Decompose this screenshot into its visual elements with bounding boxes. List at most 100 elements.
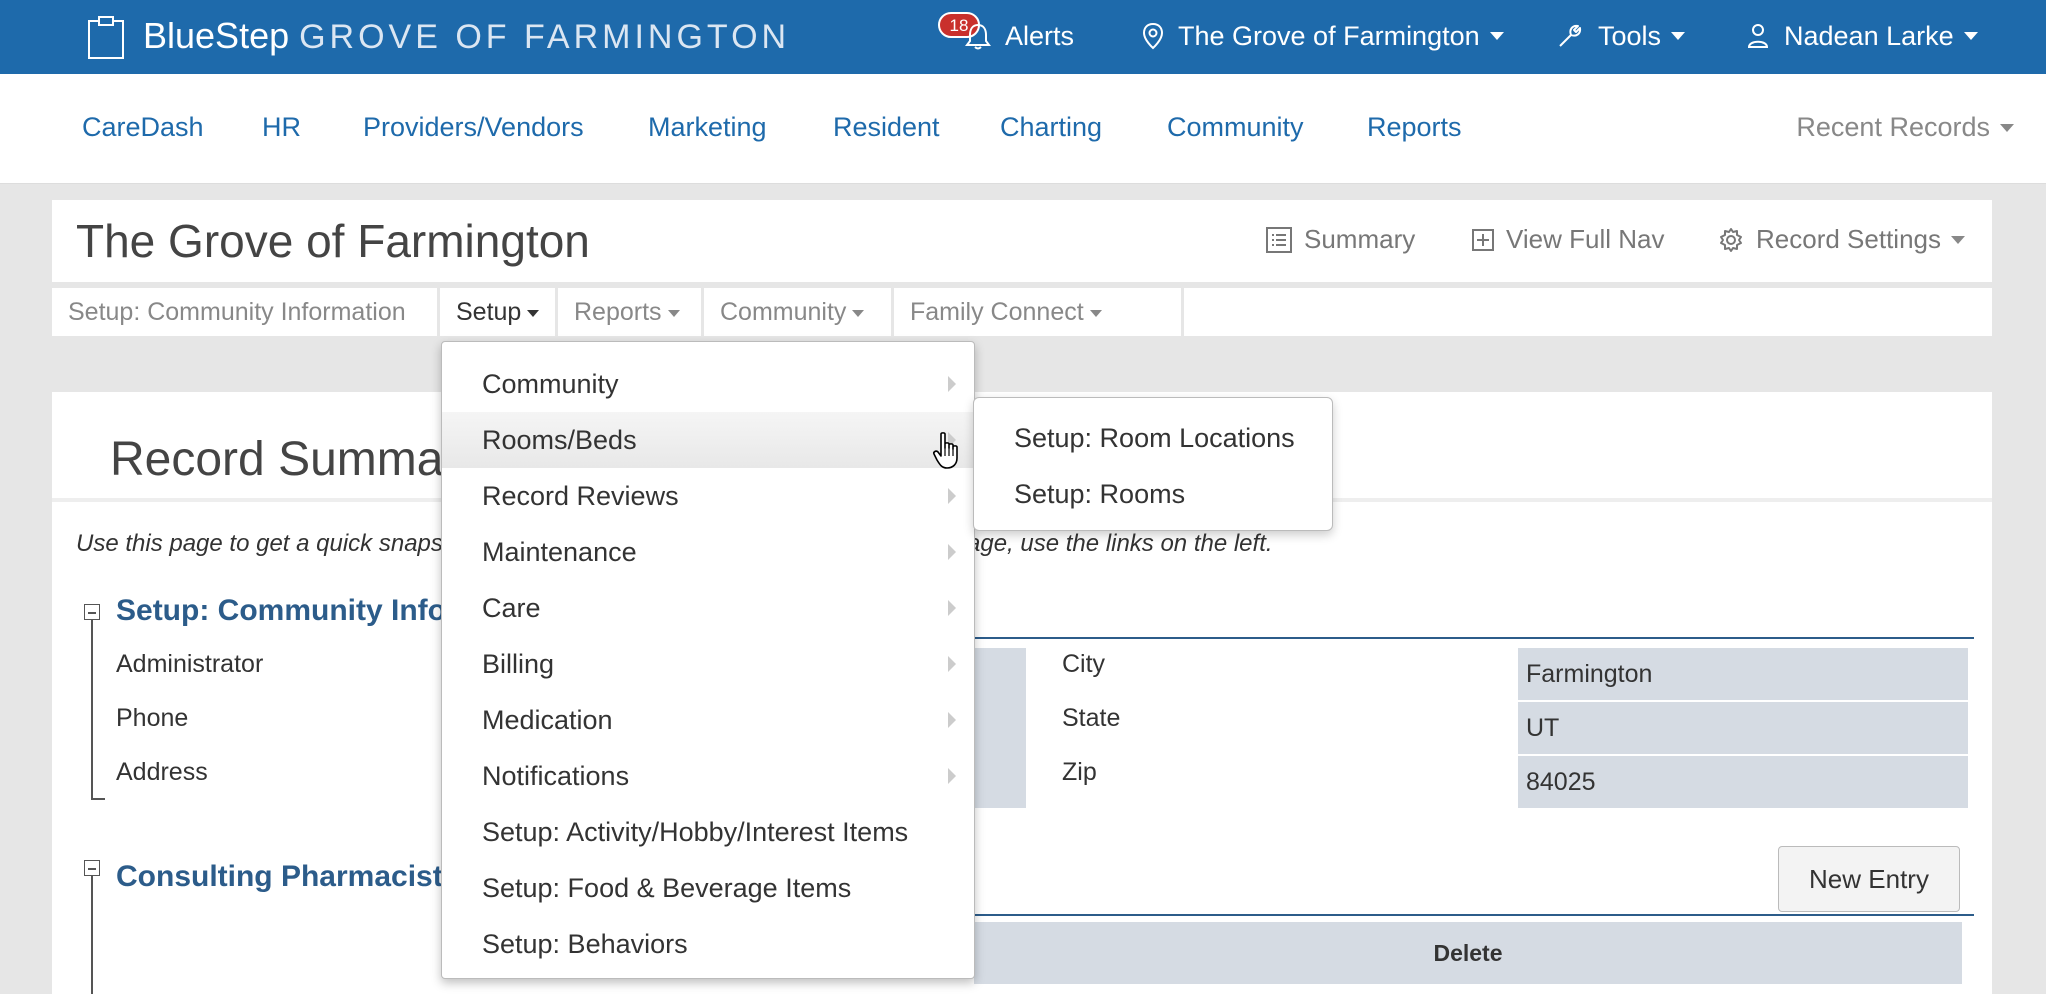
field-label-city: City — [1062, 650, 1106, 678]
brand-sub: GROVE OF FARMINGTON — [299, 18, 791, 56]
menu-item-rooms-beds[interactable]: Rooms/Beds — [442, 412, 974, 468]
alerts-menu[interactable]: Alerts — [965, 14, 1074, 58]
section-title-consulting-pharmacist[interactable]: Consulting Pharmacist — [116, 860, 443, 894]
menu-item-activity-hobby-interest[interactable]: Setup: Activity/Hobby/Interest Items — [442, 804, 974, 860]
nav-resident[interactable]: Resident — [833, 112, 940, 143]
chevron-down-icon — [1089, 309, 1102, 317]
nav-hr[interactable]: HR — [262, 112, 301, 143]
section-underline — [974, 637, 1974, 639]
brand-logo[interactable]: BlueStep GROVE OF FARMINGTON — [143, 14, 790, 59]
record-settings-menu[interactable]: Record Settings — [1718, 224, 1965, 255]
collapse-toggle-icon[interactable] — [84, 860, 100, 876]
nav-community[interactable]: Community — [1167, 112, 1304, 143]
tab-community[interactable]: Community — [704, 288, 894, 336]
submenu-item-rooms[interactable]: Setup: Rooms — [974, 466, 1332, 522]
location-label: The Grove of Farmington — [1178, 21, 1480, 51]
tab-family-connect[interactable]: Family Connect — [894, 288, 1184, 336]
chevron-down-icon — [1671, 32, 1686, 40]
intro-text-end: age, use the links on the left. — [967, 530, 1273, 557]
menu-item-label: Care — [482, 593, 541, 623]
field-label-administrator: Administrator — [116, 650, 264, 678]
chevron-right-icon — [948, 376, 956, 392]
menu-item-label: Billing — [482, 649, 555, 679]
menu-item-maintenance[interactable]: Maintenance — [442, 524, 974, 580]
hand-pointer-cursor-icon — [933, 432, 958, 469]
summary-link[interactable]: Summary — [1266, 224, 1415, 255]
section-title-community-info[interactable]: Setup: Community Info — [116, 594, 446, 628]
menu-item-label: Record Reviews — [482, 481, 679, 511]
submenu-item-room-locations[interactable]: Setup: Room Locations — [974, 410, 1332, 466]
menu-item-label: Setup: Behaviors — [482, 929, 688, 959]
chevron-right-icon — [948, 488, 956, 504]
collapse-toggle-icon[interactable] — [84, 604, 100, 620]
record-settings-label: Record Settings — [1756, 224, 1941, 254]
tab-label: Community — [720, 298, 847, 326]
menu-item-community[interactable]: Community — [442, 356, 974, 412]
bell-icon — [965, 23, 991, 50]
tools-label: Tools — [1598, 21, 1662, 51]
clipboard-icon — [88, 16, 124, 59]
tree-line — [91, 620, 93, 800]
nav-caredash[interactable]: CareDash — [82, 112, 204, 143]
menu-item-label: Setup: Activity/Hobby/Interest Items — [482, 817, 909, 847]
view-full-nav-link[interactable]: View Full Nav — [1472, 224, 1664, 255]
menu-item-record-reviews[interactable]: Record Reviews — [442, 468, 974, 524]
field-label-address: Address — [116, 758, 208, 786]
tab-setup-community-information[interactable]: Setup: Community Information — [52, 288, 440, 336]
chevron-right-icon — [948, 712, 956, 728]
menu-item-label: Medication — [482, 705, 613, 735]
menu-item-medication[interactable]: Medication — [442, 692, 974, 748]
user-menu[interactable]: Nadean Larke — [1746, 14, 1978, 58]
menu-item-behaviors[interactable]: Setup: Behaviors — [442, 916, 974, 972]
menu-item-notifications[interactable]: Notifications — [442, 748, 974, 804]
main-nav: CareDash HR Providers/Vendors Marketing … — [0, 74, 2046, 184]
tools-menu[interactable]: Tools — [1556, 14, 1686, 58]
recent-records-menu[interactable]: Recent Records — [1796, 112, 2014, 143]
recent-records-label: Recent Records — [1796, 112, 1990, 142]
user-label: Nadean Larke — [1784, 21, 1954, 51]
chevron-down-icon — [1950, 235, 1965, 244]
field-label-state: State — [1062, 704, 1121, 732]
field-value-zip: 84025 — [1518, 756, 1968, 810]
rooms-beds-submenu: Setup: Room Locations Setup: Rooms — [973, 397, 1333, 531]
record-subtabs: Setup: Community Information Setup Repor… — [52, 288, 1992, 336]
location-menu[interactable]: The Grove of Farmington — [1142, 14, 1504, 58]
table-header-delete: Delete — [974, 922, 1962, 984]
wrench-icon — [1559, 24, 1582, 47]
user-icon — [1747, 24, 1769, 48]
nav-reports[interactable]: Reports — [1367, 112, 1462, 143]
menu-item-care[interactable]: Care — [442, 580, 974, 636]
section-underline — [974, 914, 1974, 916]
menu-item-food-beverage[interactable]: Setup: Food & Beverage Items — [442, 860, 974, 916]
view-full-nav-label: View Full Nav — [1506, 224, 1665, 254]
new-entry-button[interactable]: New Entry — [1778, 846, 1960, 912]
chevron-down-icon — [2000, 123, 2014, 132]
chevron-down-icon — [852, 309, 865, 317]
nav-marketing[interactable]: Marketing — [648, 112, 767, 143]
nav-charting[interactable]: Charting — [1000, 112, 1102, 143]
chevron-down-icon — [1963, 32, 1978, 40]
tab-label: Reports — [574, 298, 662, 326]
tab-reports[interactable]: Reports — [558, 288, 704, 336]
chevron-down-icon — [1489, 32, 1504, 40]
chevron-right-icon — [948, 544, 956, 560]
summary-label: Summary — [1304, 224, 1416, 254]
chevron-down-icon — [667, 309, 680, 317]
field-label-zip: Zip — [1062, 758, 1097, 786]
field-value-city: Farmington — [1518, 648, 1968, 702]
chevron-right-icon — [948, 656, 956, 672]
menu-item-billing[interactable]: Billing — [442, 636, 974, 692]
setup-dropdown-menu: Community Rooms/Beds Record Reviews Main… — [441, 341, 975, 979]
brand-main: BlueStep — [143, 15, 290, 56]
field-label-phone: Phone — [116, 704, 189, 732]
field-value-left-column — [974, 648, 1026, 810]
tab-setup[interactable]: Setup — [440, 288, 558, 336]
menu-item-label: Community — [482, 369, 619, 399]
tab-label: Setup — [456, 298, 522, 326]
alerts-label: Alerts — [1005, 21, 1075, 51]
menu-item-label: Notifications — [482, 761, 630, 791]
menu-item-label: Rooms/Beds — [482, 425, 637, 455]
chevron-right-icon — [948, 600, 956, 616]
page-title: The Grove of Farmington — [76, 215, 590, 267]
nav-providers-vendors[interactable]: Providers/Vendors — [363, 112, 584, 143]
